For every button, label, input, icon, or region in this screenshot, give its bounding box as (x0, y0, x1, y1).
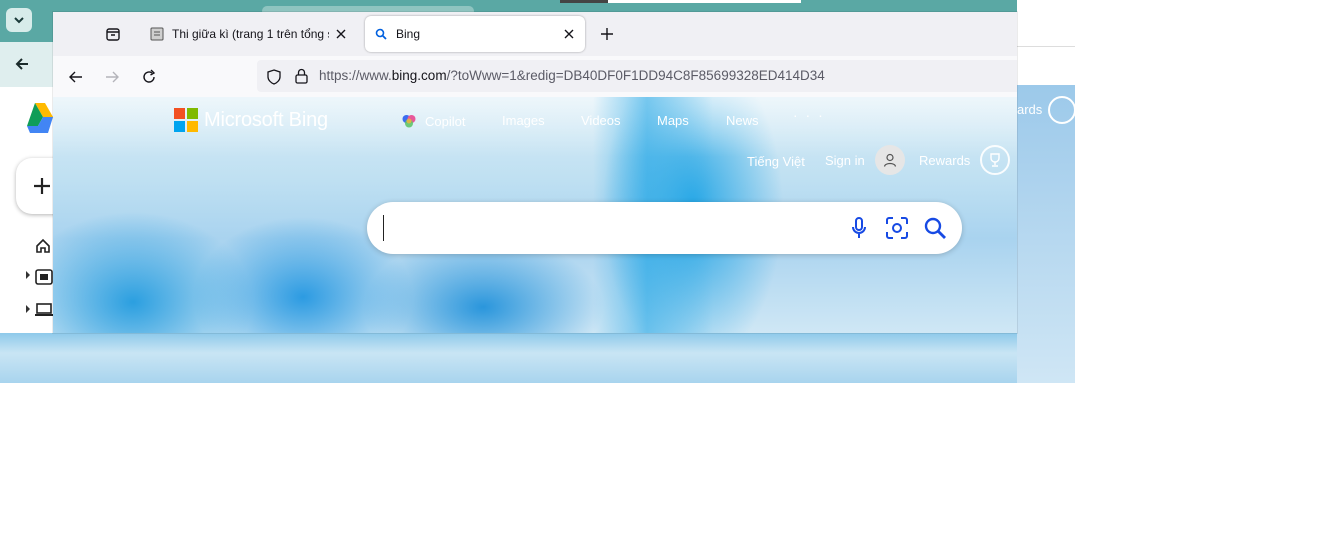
arrow-left-icon (69, 71, 82, 83)
sign-in-label: Sign in (825, 152, 865, 168)
rewards-label: Rewards (919, 152, 971, 168)
microsoft-logo-icon (174, 108, 198, 132)
nav-copilot[interactable]: Copilot (401, 113, 465, 129)
arrow-right-icon (106, 71, 119, 83)
avatar (874, 145, 905, 175)
nav-copilot-label: Copilot (425, 113, 466, 129)
voice-search-button[interactable] (846, 215, 872, 241)
language-link[interactable]: Tiếng Việt (747, 154, 805, 169)
tab-title: Bing (396, 27, 421, 41)
new-tab-button[interactable] (595, 22, 619, 46)
close-icon (336, 29, 346, 39)
browser-window: Thi giữa kì (trang 1 trên tổng số Bing h… (53, 12, 1017, 333)
navigation-toolbar: https://www.bing.com/?toWww=1&redig=DB40… (53, 56, 1017, 98)
document-icon (149, 26, 165, 42)
background-tab-list-button[interactable] (6, 8, 32, 32)
url-prefix: https://www. (319, 68, 392, 83)
background-tab-strip (560, 0, 608, 3)
forward-button[interactable] (98, 64, 126, 90)
background-wallpaper (0, 333, 1075, 383)
nav-news[interactable]: News (726, 113, 759, 128)
background-back-button[interactable] (8, 50, 36, 78)
expand-arrow-icon[interactable] (25, 305, 31, 313)
visual-search-icon (886, 217, 908, 239)
nav-videos[interactable]: Videos (581, 113, 621, 128)
url-host: bing.com (391, 68, 447, 83)
bing-page: Microsoft Bing Copilot Images Videos Map… (53, 97, 1017, 333)
search-input[interactable] (383, 215, 384, 241)
background-tab-strip (608, 0, 801, 3)
copilot-icon (402, 115, 416, 128)
tracking-protection-shield-icon[interactable] (267, 69, 281, 85)
nav-maps[interactable]: Maps (657, 113, 689, 128)
archive-icon (106, 28, 120, 41)
back-button[interactable] (62, 64, 90, 90)
close-tab-button[interactable] (329, 22, 353, 46)
computers-icon[interactable] (35, 303, 55, 317)
reload-button[interactable] (135, 64, 163, 90)
search-icon (924, 217, 946, 239)
arrow-left-icon (15, 58, 28, 70)
lock-icon[interactable] (295, 68, 308, 84)
background-window-right-edge: ards (1017, 0, 1075, 383)
expand-arrow-icon[interactable] (25, 271, 31, 279)
background-rewards-icon (1048, 96, 1075, 124)
bing-logo-text: Microsoft Bing (204, 108, 328, 131)
address-bar[interactable]: https://www.bing.com/?toWww=1&redig=DB40… (257, 60, 1017, 92)
nav-images[interactable]: Images (502, 113, 545, 128)
sign-in-button[interactable]: Sign in (825, 145, 905, 175)
rewards-button[interactable]: Rewards (919, 145, 1011, 175)
url-path: /?toWww=1&redig=DB40DF0F1DD94C8F85699328… (446, 68, 825, 83)
tab-bar: Thi giữa kì (trang 1 trên tổng số Bing (53, 12, 1017, 56)
background-rewards-label: ards (1017, 102, 1043, 117)
firefox-view-button[interactable] (101, 22, 125, 46)
background-urlbar-edge (1017, 46, 1075, 86)
search-box[interactable] (367, 202, 962, 254)
user-icon (883, 153, 896, 167)
close-tab-button[interactable] (557, 22, 581, 46)
reload-icon (143, 69, 156, 83)
plus-icon (34, 178, 50, 194)
bing-logo[interactable]: Microsoft Bing (174, 107, 328, 133)
tab-thi-giua-ki[interactable]: Thi giữa kì (trang 1 trên tổng số (141, 16, 357, 52)
search-submit-button[interactable] (922, 215, 948, 241)
google-drive-logo-icon (27, 103, 53, 133)
home-icon[interactable] (35, 238, 51, 254)
background-page-edge (1017, 85, 1075, 383)
plus-icon (601, 28, 613, 40)
visual-search-button[interactable] (884, 215, 910, 241)
rewards-icon (980, 145, 1011, 175)
tab-title: Thi giữa kì (trang 1 trên tổng số (172, 27, 329, 41)
microphone-icon (852, 217, 866, 238)
nav-more-button[interactable]: · · · (793, 107, 825, 123)
my-drive-icon[interactable] (35, 269, 53, 285)
tab-bing[interactable]: Bing (365, 16, 585, 52)
close-icon (564, 29, 574, 39)
chevron-down-icon (14, 17, 24, 24)
search-icon (373, 26, 389, 42)
url-text[interactable]: https://www.bing.com/?toWww=1&redig=DB40… (319, 68, 825, 83)
